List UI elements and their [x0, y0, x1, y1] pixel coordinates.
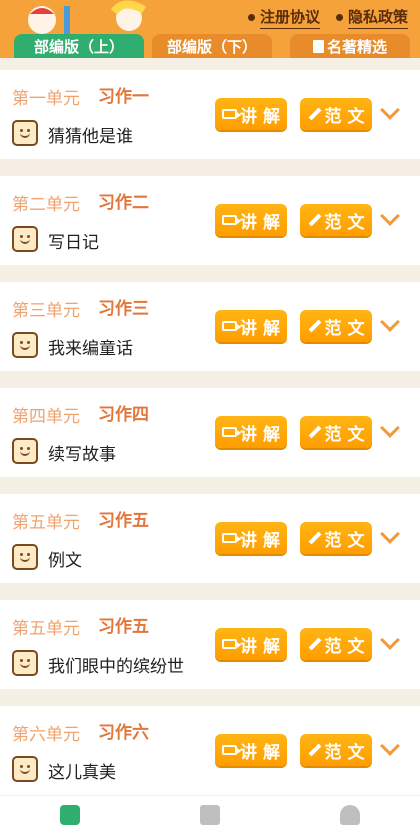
- lecture-button[interactable]: 讲 解: [215, 734, 287, 766]
- list-item[interactable]: 第五单元 习作五 例文 讲 解 范 文: [0, 494, 420, 583]
- sample-button[interactable]: 范 文: [300, 416, 372, 448]
- lecture-button[interactable]: 讲 解: [215, 522, 287, 554]
- sample-button[interactable]: 范 文: [300, 628, 372, 660]
- smile-icon: [12, 756, 38, 782]
- item-title: 这儿真美: [48, 763, 116, 783]
- lecture-button[interactable]: 讲 解: [215, 310, 287, 342]
- item-title: 续写故事: [48, 445, 116, 465]
- sample-button[interactable]: 范 文: [300, 310, 372, 342]
- unit-label: 第一单元: [12, 89, 80, 109]
- item-title: 写日记: [48, 233, 99, 253]
- lecture-button[interactable]: 讲 解: [215, 628, 287, 660]
- unit-label: 第二单元: [12, 195, 80, 215]
- exercise-label: 习作五: [98, 617, 149, 637]
- list-item[interactable]: 第一单元 习作一 猜猜他是谁 讲 解 范 文: [0, 70, 420, 159]
- item-title: 我来编童话: [48, 339, 133, 359]
- pencil-icon: [308, 425, 321, 439]
- video-icon: [222, 427, 242, 437]
- home-icon[interactable]: [60, 805, 80, 825]
- video-icon: [222, 639, 242, 649]
- chevron-down-icon[interactable]: [380, 736, 400, 756]
- list-item[interactable]: 第二单元 习作二 写日记 讲 解 范 文: [0, 176, 420, 265]
- chevron-down-icon[interactable]: [380, 312, 400, 332]
- sample-button[interactable]: 范 文: [300, 204, 372, 236]
- list-item[interactable]: 第四单元 习作四 续写故事 讲 解 范 文: [0, 388, 420, 477]
- exercise-label: 习作四: [98, 405, 149, 425]
- link-register-agreement[interactable]: 注册协议: [248, 6, 320, 29]
- chevron-down-icon[interactable]: [380, 630, 400, 650]
- unit-label: 第三单元: [12, 301, 80, 321]
- video-icon: [222, 321, 242, 331]
- chevron-down-icon[interactable]: [380, 206, 400, 226]
- list-item[interactable]: 第六单元 习作六 这儿真美 讲 解 范 文: [0, 706, 420, 795]
- pencil-icon: [308, 531, 321, 545]
- exercise-label: 习作一: [98, 87, 149, 107]
- video-icon: [222, 533, 242, 543]
- bottom-nav: [0, 795, 420, 835]
- video-icon: [222, 745, 242, 755]
- video-icon: [222, 215, 242, 225]
- unit-label: 第五单元: [12, 513, 80, 533]
- smile-icon: [12, 120, 38, 146]
- exercise-label: 习作五: [98, 511, 149, 531]
- smile-icon: [12, 650, 38, 676]
- header-bar: 注册协议 隐私政策 部编版（上） 部编版（下） 名著精选: [0, 0, 420, 58]
- tab-volume-1[interactable]: 部编版（上）: [14, 34, 144, 58]
- link-privacy-policy[interactable]: 隐私政策: [336, 6, 408, 29]
- chevron-down-icon[interactable]: [380, 524, 400, 544]
- graduate-icon[interactable]: [340, 805, 360, 825]
- exercise-label: 习作三: [98, 299, 149, 319]
- exercise-label: 习作二: [98, 193, 149, 213]
- sample-button[interactable]: 范 文: [300, 98, 372, 130]
- unit-label: 第五单元: [12, 619, 80, 639]
- chevron-down-icon[interactable]: [380, 100, 400, 120]
- pencil-icon: [308, 107, 321, 121]
- smile-icon: [12, 332, 38, 358]
- smile-icon: [12, 438, 38, 464]
- tab-classics[interactable]: 名著精选: [290, 34, 410, 58]
- unit-label: 第六单元: [12, 725, 80, 745]
- lecture-button[interactable]: 讲 解: [215, 204, 287, 236]
- list-item[interactable]: 第五单元 习作五 我们眼中的缤纷世 讲 解 范 文: [0, 600, 420, 689]
- books-icon[interactable]: [200, 805, 220, 825]
- item-title: 猜猜他是谁: [48, 127, 133, 147]
- smile-icon: [12, 226, 38, 252]
- item-title: 例文: [48, 551, 82, 571]
- lecture-button[interactable]: 讲 解: [215, 416, 287, 448]
- video-icon: [222, 109, 242, 119]
- pencil-icon: [308, 319, 321, 333]
- lecture-button[interactable]: 讲 解: [215, 98, 287, 130]
- pencil-icon: [308, 743, 321, 757]
- pencil-icon: [308, 213, 321, 227]
- list-item[interactable]: 第三单元 习作三 我来编童话 讲 解 范 文: [0, 282, 420, 371]
- chevron-down-icon[interactable]: [380, 418, 400, 438]
- item-title: 我们眼中的缤纷世: [48, 657, 184, 677]
- book-icon: [312, 39, 324, 53]
- pencil-icon: [308, 637, 321, 651]
- smile-icon: [12, 544, 38, 570]
- unit-label: 第四单元: [12, 407, 80, 427]
- sample-button[interactable]: 范 文: [300, 522, 372, 554]
- exercise-label: 习作六: [98, 723, 149, 743]
- tab-volume-2[interactable]: 部编版（下）: [152, 34, 272, 58]
- sample-button[interactable]: 范 文: [300, 734, 372, 766]
